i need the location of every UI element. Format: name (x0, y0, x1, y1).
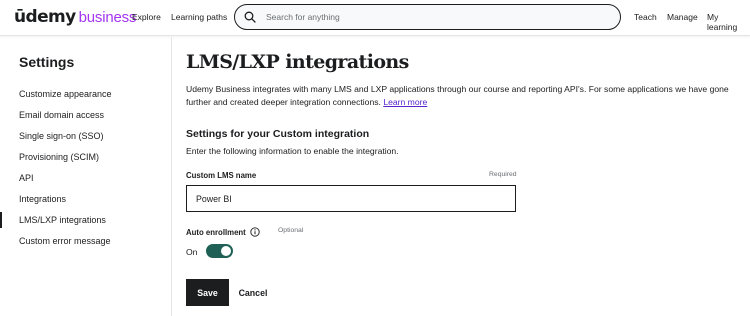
custom-lms-name-label: Custom LMS name (186, 171, 257, 180)
section-title: Settings for your Custom integration (186, 128, 370, 140)
auto-enrollment-label-group: Auto enrollment (186, 227, 260, 237)
intro-paragraph: Udemy Business integrates with many LMS … (186, 83, 746, 109)
top-navigation-bar: ūdemy business Explore Learning paths Te… (0, 0, 750, 36)
auto-enrollment-label: Auto enrollment (186, 227, 246, 237)
save-button[interactable]: Save (186, 279, 229, 306)
sidebar-item-email-domain-access[interactable]: Email domain access (19, 110, 104, 120)
settings-sidebar: Settings Customize appearance Email doma… (0, 37, 172, 316)
sidebar-item-custom-error-message[interactable]: Custom error message (19, 236, 111, 246)
intro-text: Udemy Business integrates with many LMS … (186, 84, 729, 107)
toggle-knob (221, 246, 231, 256)
sidebar-item-customize-appearance[interactable]: Customize appearance (19, 89, 112, 99)
nav-manage[interactable]: Manage (667, 12, 698, 22)
section-description: Enter the following information to enabl… (186, 146, 399, 156)
custom-lms-name-input[interactable] (196, 193, 496, 204)
toggle-state-label: On (186, 247, 198, 257)
search-bar[interactable] (234, 4, 621, 30)
sidebar-item-api[interactable]: API (19, 173, 34, 183)
page-title: LMS/LXP integrations (186, 51, 409, 73)
auto-enrollment-toggle[interactable] (206, 244, 233, 258)
logo-business-text: business (78, 9, 137, 26)
cancel-button[interactable]: Cancel (236, 279, 270, 306)
sidebar-item-single-sign-on[interactable]: Single sign-on (SSO) (19, 131, 104, 141)
nav-teach[interactable]: Teach (634, 12, 657, 22)
nav-explore[interactable]: Explore (132, 12, 161, 22)
udemy-business-logo[interactable]: ūdemy business (14, 7, 136, 27)
sidebar-item-integrations[interactable]: Integrations (19, 194, 66, 204)
optional-hint: Optional (278, 227, 304, 234)
search-input[interactable] (266, 12, 586, 22)
sidebar-item-lms-lxp-integrations[interactable]: LMS/LXP integrations (19, 215, 106, 225)
custom-lms-name-field[interactable] (186, 185, 516, 212)
nav-my-learning[interactable]: My learning (707, 12, 750, 32)
search-icon (244, 11, 256, 23)
sidebar-item-provisioning[interactable]: Provisioning (SCIM) (19, 152, 99, 162)
logo-udemy-text: ūdemy (14, 7, 76, 27)
active-item-indicator (0, 212, 2, 228)
learn-more-link[interactable]: Learn more (383, 97, 427, 107)
required-hint: Required (489, 171, 517, 178)
sidebar-title: Settings (19, 54, 75, 70)
nav-learning-paths[interactable]: Learning paths (171, 12, 227, 22)
info-icon[interactable] (250, 227, 260, 237)
